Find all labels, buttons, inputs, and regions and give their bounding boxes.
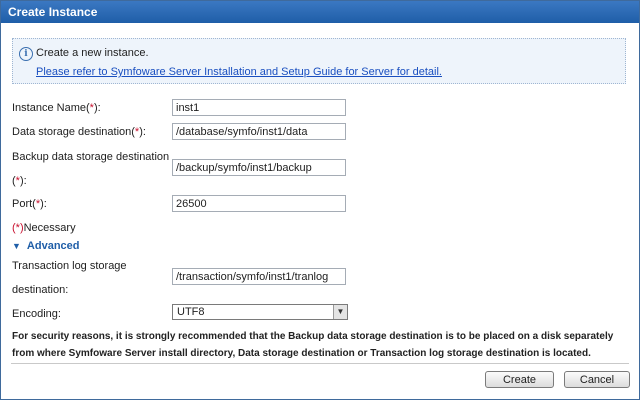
- dialog-title: Create Instance: [1, 1, 639, 23]
- transaction-log-label-line2: destination:: [12, 284, 69, 296]
- label-tail: ):: [139, 126, 146, 138]
- transaction-log-input[interactable]: [172, 268, 346, 285]
- label-tail: ):: [93, 102, 101, 114]
- triangle-down-icon: ▼: [12, 241, 21, 251]
- label-tail: ):: [19, 175, 27, 187]
- data-storage-label-text: Data storage destination(: [12, 126, 135, 138]
- necessary-note: (*)Necessary: [12, 222, 76, 234]
- port-label-text: Port(: [12, 198, 36, 210]
- encoding-value: UTF8: [177, 306, 205, 318]
- info-panel: i Create a new instance. Please refer to…: [12, 38, 626, 84]
- info-message: Create a new instance.: [36, 47, 149, 59]
- instance-name-input[interactable]: [172, 99, 346, 116]
- encoding-label: Encoding:: [12, 308, 61, 320]
- advanced-label: Advanced: [26, 240, 80, 252]
- advanced-toggle[interactable]: ▼ Advanced: [12, 240, 80, 252]
- port-label: Port(*):: [12, 198, 47, 210]
- port-input[interactable]: [172, 195, 346, 212]
- create-button[interactable]: Create: [485, 371, 554, 388]
- divider: [11, 363, 629, 364]
- security-warning: For security reasons, it is strongly rec…: [12, 331, 614, 359]
- required-marker: (*): [12, 222, 24, 234]
- label-tail: ):: [40, 198, 47, 210]
- necessary-text: Necessary: [23, 222, 76, 234]
- guide-link[interactable]: Please refer to Symfoware Server Install…: [36, 66, 442, 78]
- backup-storage-input[interactable]: [172, 159, 346, 176]
- instance-name-label: Instance Name(*):: [12, 102, 101, 114]
- data-storage-label: Data storage destination(*):: [12, 126, 146, 138]
- dropdown-arrow-icon[interactable]: ▼: [333, 305, 347, 319]
- create-instance-dialog: Create Instance i Create a new instance.…: [0, 0, 640, 400]
- instance-name-label-text: Instance Name(: [12, 102, 90, 114]
- info-icon: i: [19, 47, 33, 61]
- transaction-log-label-line1: Transaction log storage: [12, 260, 127, 272]
- backup-storage-label-line1: Backup data storage destination: [12, 151, 170, 163]
- backup-storage-label-line2: (*):: [12, 175, 27, 187]
- data-storage-input[interactable]: [172, 123, 346, 140]
- encoding-select[interactable]: UTF8 ▼: [172, 304, 348, 320]
- cancel-button[interactable]: Cancel: [564, 371, 630, 388]
